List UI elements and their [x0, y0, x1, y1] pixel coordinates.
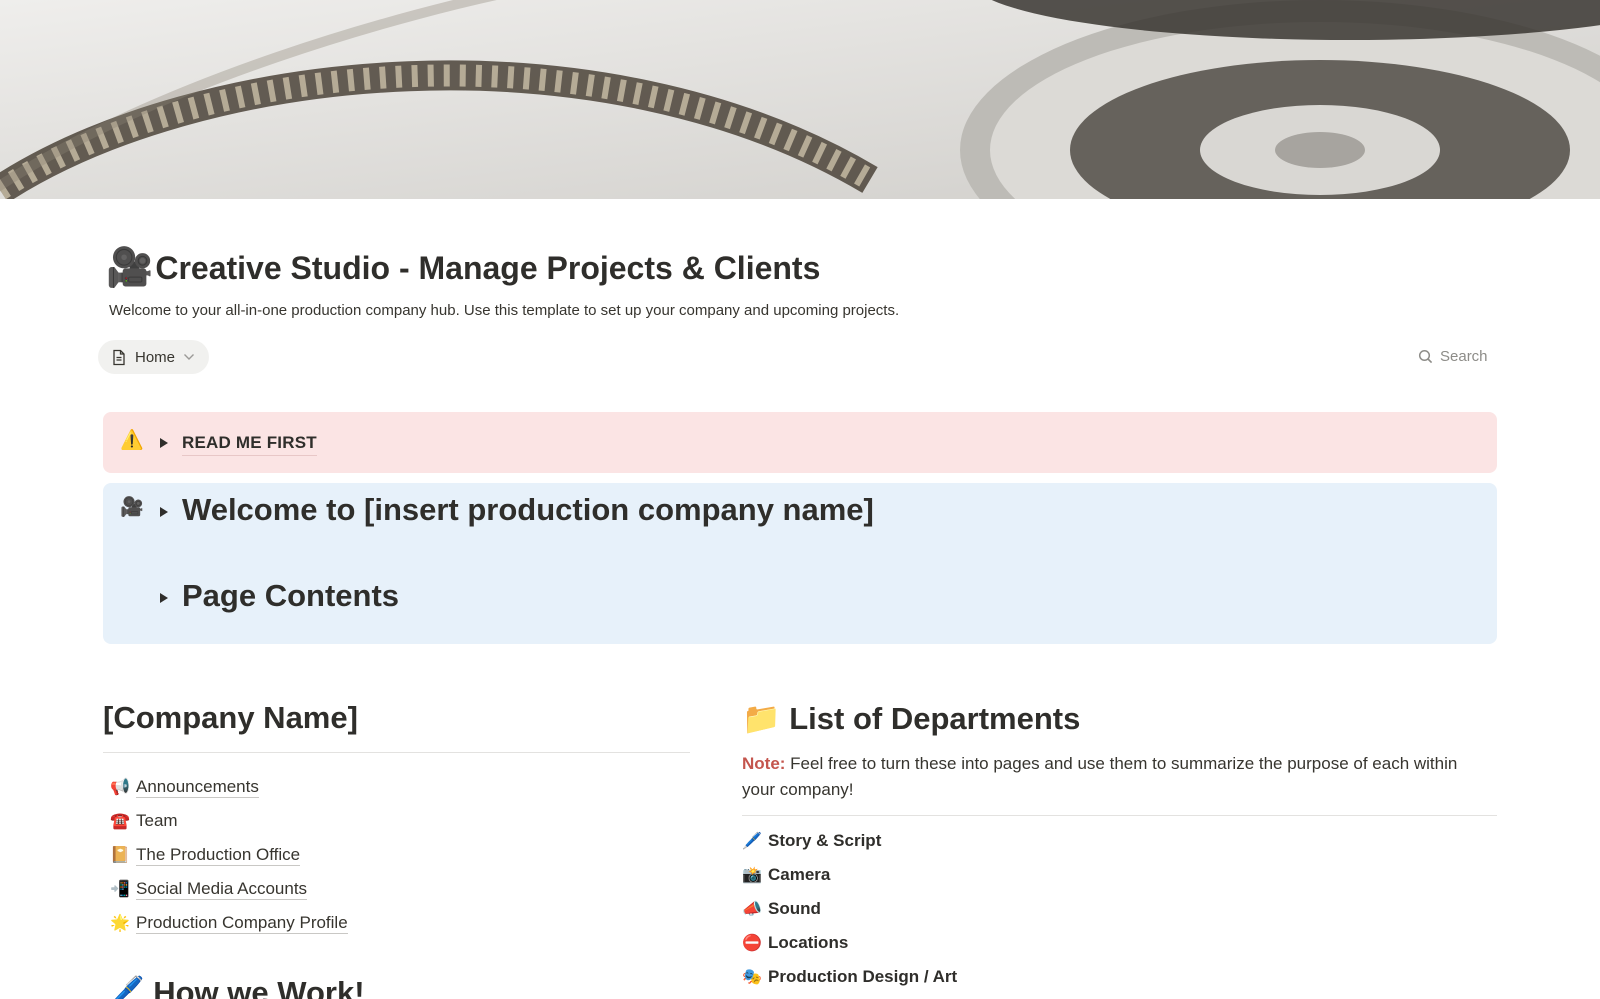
toggle-arrow-icon[interactable]	[160, 507, 168, 517]
company-heading: [Company Name]	[103, 700, 358, 735]
dept-label: Sound	[768, 899, 821, 918]
toggle-welcome-heading[interactable]: Welcome to [insert production company na…	[182, 492, 874, 528]
how-we-work-heading: 🖊️ How we Work!	[106, 974, 365, 999]
link-company-profile[interactable]: 🌟 Production Company Profile	[110, 906, 348, 940]
company-links: 📢 Announcements ☎️ Team 📔 The Production…	[110, 770, 348, 940]
folder-icon: 📁	[742, 701, 781, 736]
dept-label: Production Design / Art	[768, 967, 958, 986]
link-label[interactable]: Team	[136, 811, 178, 831]
divider	[103, 752, 690, 753]
departments-section: 📁 List of Departments Note: Feel free to…	[742, 700, 1497, 986]
dept-label: Camera	[768, 865, 831, 884]
note-text: Feel free to turn these into pages and u…	[742, 754, 1458, 799]
dept-locations[interactable]: ⛔ Locations	[742, 926, 957, 960]
star-icon: 🌟	[110, 915, 130, 932]
how-we-work-text: How we Work!	[153, 975, 365, 999]
movie-camera-icon: 🎥	[120, 497, 144, 518]
toggle-read-me-first[interactable]: READ ME FIRST	[182, 433, 317, 456]
telephone-icon: ☎️	[110, 813, 130, 830]
search-label: Search	[1440, 348, 1488, 365]
page-icon[interactable]: 🎥	[106, 249, 153, 287]
link-team[interactable]: ☎️ Team	[110, 804, 348, 838]
dept-production-design[interactable]: 🎭 Production Design / Art	[742, 960, 957, 994]
departments-heading-text: List of Departments	[789, 701, 1081, 736]
link-label[interactable]: Announcements	[136, 777, 259, 798]
departments-heading: 📁 List of Departments	[742, 700, 1497, 737]
pen-icon: 🖊️	[742, 833, 762, 850]
dept-sound[interactable]: 📣 Sound	[742, 892, 957, 926]
toggle-arrow-icon[interactable]	[160, 438, 168, 448]
dept-camera[interactable]: 📸 Camera	[742, 858, 957, 892]
chevron-down-icon	[184, 354, 195, 360]
dept-label: Locations	[768, 933, 849, 952]
pen-icon: 🖊️	[106, 975, 145, 999]
dept-label: Story & Script	[768, 831, 882, 850]
notebook-icon: 📔	[110, 847, 130, 864]
page-title: 🎥 Creative Studio - Manage Projects & Cl…	[106, 249, 820, 287]
dept-story-script[interactable]: 🖊️ Story & Script	[742, 824, 957, 858]
megaphone-icon: 📣	[742, 901, 762, 918]
page-title-text[interactable]: Creative Studio - Manage Projects & Clie…	[155, 250, 820, 287]
page-description: Welcome to your all-in-one production co…	[109, 302, 900, 319]
toggle-arrow-icon[interactable]	[160, 593, 168, 603]
theater-masks-icon: 🎭	[742, 969, 762, 986]
document-icon	[113, 349, 125, 365]
department-list: 🖊️ Story & Script 📸 Camera 📣 Sound ⛔ Loc…	[742, 824, 957, 994]
camera-flash-icon: 📸	[742, 867, 762, 884]
company-section: [Company Name] 📢 Announcements ☎️ Team 📔…	[103, 700, 690, 999]
search-icon	[1418, 349, 1433, 364]
link-label[interactable]: The Production Office	[136, 845, 301, 866]
note-label: Note:	[742, 754, 786, 773]
divider	[742, 815, 1497, 816]
link-production-office[interactable]: 📔 The Production Office	[110, 838, 348, 872]
no-entry-icon: ⛔	[742, 935, 762, 952]
link-social-media[interactable]: 📲 Social Media Accounts	[110, 872, 348, 906]
callout-welcome: 🎥 Welcome to [insert production company …	[103, 483, 1497, 644]
link-announcements[interactable]: 📢 Announcements	[110, 770, 348, 804]
view-label: Home	[135, 348, 176, 366]
callout-read-me: ⚠️ READ ME FIRST	[103, 412, 1497, 473]
toggle-page-contents[interactable]: Page Contents	[182, 578, 399, 614]
warning-icon: ⚠️	[120, 430, 144, 451]
search-button[interactable]: Search	[1418, 348, 1488, 365]
link-label[interactable]: Production Company Profile	[136, 913, 348, 934]
megaphone-icon: 📢	[110, 779, 130, 796]
mobile-phone-icon: 📲	[110, 881, 130, 898]
cover-image	[0, 0, 1600, 199]
link-label[interactable]: Social Media Accounts	[136, 879, 308, 900]
departments-note: Note: Feel free to turn these into pages…	[742, 751, 1482, 803]
view-selector-button[interactable]: Home	[98, 340, 210, 374]
film-reel-illustration	[0, 0, 1600, 199]
